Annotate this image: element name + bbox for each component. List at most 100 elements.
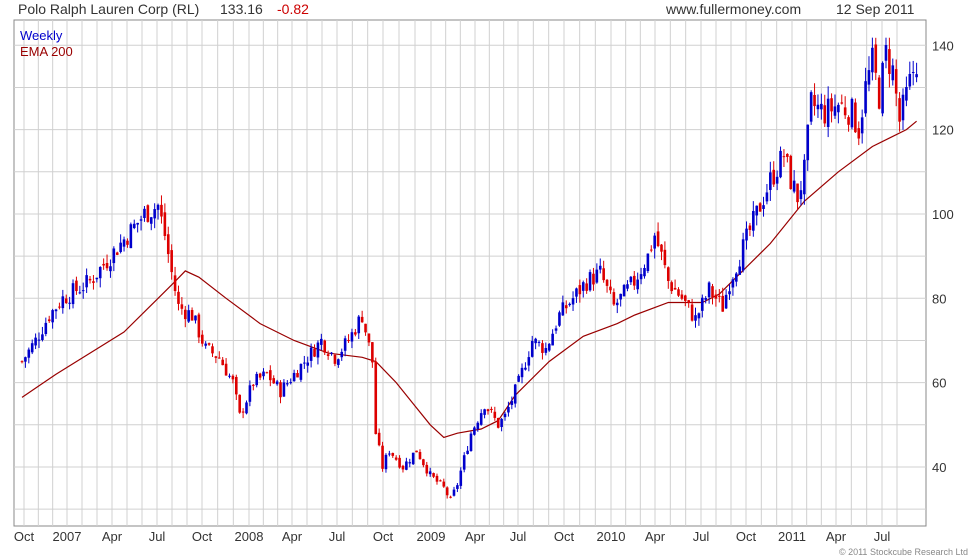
candle-up xyxy=(81,290,85,292)
candle-up xyxy=(884,45,888,61)
candle-down xyxy=(200,334,204,344)
candle-up xyxy=(755,205,759,216)
candle-up xyxy=(27,349,31,358)
y-tick-label: 40 xyxy=(932,460,946,475)
candle-up xyxy=(537,341,541,343)
candle-up xyxy=(833,106,837,116)
candle-up xyxy=(745,228,748,241)
candle-down xyxy=(490,408,493,411)
candle-up xyxy=(54,309,58,312)
candle-up xyxy=(908,73,912,87)
candle-down xyxy=(354,332,357,335)
candle-up xyxy=(24,357,27,362)
candle-up xyxy=(513,384,517,404)
candle-up xyxy=(132,223,136,229)
candle-down xyxy=(166,234,170,255)
candle-up xyxy=(911,71,915,73)
candle-down xyxy=(241,411,245,413)
candle-down xyxy=(207,343,211,345)
candle-up xyxy=(762,205,765,209)
y-tick-label: 80 xyxy=(932,291,946,306)
candle-up xyxy=(452,489,456,496)
candle-down xyxy=(415,450,418,453)
candle-down xyxy=(493,411,497,418)
candle-up xyxy=(581,282,585,291)
candle-down xyxy=(772,169,776,185)
candle-up xyxy=(187,310,190,322)
candle-down xyxy=(64,298,68,304)
candle-down xyxy=(92,281,95,283)
candle-up xyxy=(697,313,701,319)
candle-down xyxy=(258,373,262,378)
candle-up xyxy=(483,409,486,415)
x-tick-label: Apr xyxy=(465,529,486,544)
candle-up xyxy=(826,98,830,127)
candle-down xyxy=(564,305,568,309)
x-tick-label: 2008 xyxy=(235,529,264,544)
x-tick-label: Oct xyxy=(192,529,213,544)
candle-down xyxy=(224,363,228,376)
candle-down xyxy=(160,204,163,217)
candle-down xyxy=(279,382,282,398)
x-tick-label: Jul xyxy=(149,529,166,544)
candle-up xyxy=(731,279,735,288)
candle-up xyxy=(462,455,466,470)
candle-down xyxy=(401,465,405,470)
candle-up xyxy=(544,348,548,353)
candle-up xyxy=(551,333,554,346)
candle-up xyxy=(428,471,432,475)
candle-up xyxy=(653,235,656,249)
candle-up xyxy=(41,334,44,340)
y-axis-labels: 40 60 80 100 120 140 xyxy=(932,38,954,475)
candle-down xyxy=(660,244,663,252)
candle-up xyxy=(479,413,483,425)
candle-down xyxy=(197,314,201,338)
candle-down xyxy=(180,304,184,309)
candle-up xyxy=(905,87,908,101)
candle-down xyxy=(718,295,721,297)
x-tick-label: 2009 xyxy=(417,529,446,544)
candle-down xyxy=(486,409,490,412)
candle-down xyxy=(877,77,881,109)
candle-down xyxy=(432,473,435,477)
candle-up xyxy=(820,103,823,110)
candle-down xyxy=(398,457,401,468)
candle-up xyxy=(752,211,755,231)
candle-up xyxy=(357,316,361,334)
candle-up xyxy=(561,302,565,316)
candle-up xyxy=(547,343,551,351)
candle-up xyxy=(136,222,139,225)
candle-down xyxy=(333,354,337,364)
candle-down xyxy=(541,343,544,353)
candle-down xyxy=(231,375,235,380)
candle-up xyxy=(306,362,310,366)
candle-down xyxy=(371,342,374,363)
candle-up xyxy=(204,343,207,346)
candle-down xyxy=(894,69,898,94)
candle-down xyxy=(88,278,92,281)
candle-down xyxy=(252,384,255,386)
candle-up xyxy=(459,470,463,486)
candle-down xyxy=(238,394,241,413)
candle-up xyxy=(129,224,133,249)
candle-down xyxy=(296,373,299,378)
x-tick-label: Jul xyxy=(693,529,710,544)
candle-up xyxy=(799,190,803,200)
candle-down xyxy=(75,280,78,292)
candle-up xyxy=(309,347,313,361)
candle-down xyxy=(177,291,180,304)
candle-down xyxy=(105,263,109,269)
candle-up xyxy=(98,267,102,279)
candle-down xyxy=(677,289,680,296)
candle-up xyxy=(803,159,806,195)
candle-up xyxy=(837,104,840,113)
candle-up xyxy=(139,219,143,221)
candle-up xyxy=(527,357,531,366)
candle-up xyxy=(51,310,54,323)
candle-down xyxy=(673,287,677,290)
candle-down xyxy=(721,295,725,312)
candle-up xyxy=(816,104,820,110)
candle-up xyxy=(255,373,259,386)
candle-up xyxy=(408,462,412,464)
candle-down xyxy=(422,459,425,466)
